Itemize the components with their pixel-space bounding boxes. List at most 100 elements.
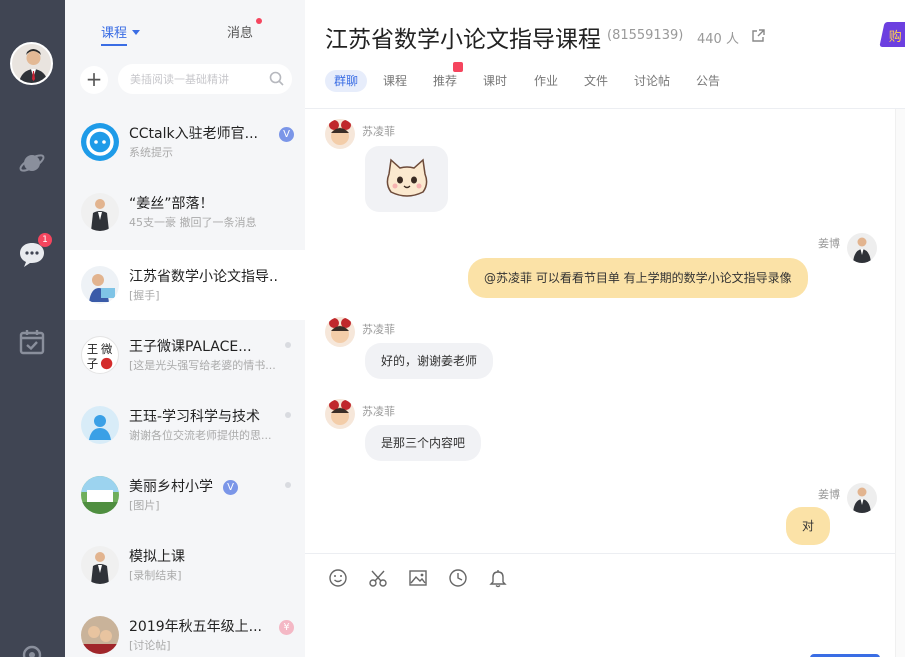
verified-icon: V xyxy=(279,127,294,142)
scrollbar[interactable] xyxy=(895,109,905,657)
group-avatar xyxy=(81,476,119,514)
conversation-preview: [讨论帖] xyxy=(129,639,171,652)
conversation-preview: [录制结束] xyxy=(129,569,182,582)
cat-sticker-icon xyxy=(386,158,427,197)
conversation-item-active[interactable]: 江苏省数学小论文指导... [握手] xyxy=(65,250,305,320)
add-button[interactable]: + xyxy=(80,66,108,94)
conversation-item[interactable]: CCtalk入驻老师官... 系统提示 V xyxy=(65,107,305,177)
tab-courses-label: 课程 xyxy=(101,26,128,41)
message-bubble-incoming[interactable]: 是那三个内容吧 xyxy=(365,425,482,461)
paid-icon: ¥ xyxy=(279,620,294,635)
tab-underline xyxy=(101,44,127,46)
conversation-name: “姜丝”部落！ xyxy=(129,196,214,212)
tab-recommend-label: 推荐 xyxy=(433,74,458,88)
sender-name: 苏凌菲 xyxy=(362,405,395,418)
conversation-preview: 45支一豪 撤回了一条消息 xyxy=(129,216,257,229)
chevron-down-icon xyxy=(132,30,141,35)
group-avatar xyxy=(81,266,119,304)
sender-avatar[interactable] xyxy=(847,483,877,513)
message-bubble-outgoing[interactable]: 对 xyxy=(786,507,831,545)
purchase-button[interactable]: 购 xyxy=(879,22,905,47)
sender-name: 苏凌菲 xyxy=(362,323,395,336)
conversation-item[interactable]: 美丽乡村小学 [图片] V xyxy=(65,460,305,530)
conversation-item[interactable]: 王微子 王子微课PALACE... [这是光头强写给老婆的情书... xyxy=(65,320,305,390)
tab-announcement[interactable]: 公告 xyxy=(696,70,720,92)
composer-divider xyxy=(305,553,895,554)
chat-unread-badge: 1 xyxy=(38,233,52,247)
tab-group-chat[interactable]: 群聊 xyxy=(325,70,368,92)
tab-discussion[interactable]: 讨论帖 xyxy=(634,70,670,92)
sender-avatar[interactable] xyxy=(325,399,355,429)
chat-panel: 江苏省数学小论文指导课程 (81559139) 440 人 购 群聊 课程 推荐… xyxy=(305,0,905,657)
app-window: 1 课程 消息 + 美插阅读一基础精讲 CCtalk入驻老师官... 系统提示 … xyxy=(0,0,905,657)
member-count[interactable]: 440 人 xyxy=(697,28,739,47)
tab-courses[interactable]: 课程 xyxy=(101,22,141,46)
tab-lessons[interactable]: 课时 xyxy=(483,70,507,92)
sender-avatar[interactable] xyxy=(325,317,355,347)
list-tabs: 课程 消息 xyxy=(65,0,305,55)
scissors-icon[interactable] xyxy=(368,568,388,588)
tab-homework[interactable]: 作业 xyxy=(534,70,558,92)
conversation-name: CCtalk入驻老师官... xyxy=(129,126,258,142)
settings-icon[interactable] xyxy=(17,640,47,657)
conversation-name: 王子微课PALACE... xyxy=(129,339,252,355)
bell-icon[interactable] xyxy=(488,568,508,588)
chat-icon[interactable]: 1 xyxy=(17,233,52,269)
conversation-name: 江苏省数学小论文指导... xyxy=(129,269,279,285)
conversation-item[interactable]: 王珏-学习科学与技术 谢谢各位交流老师提供的思... xyxy=(65,390,305,460)
group-title: 江苏省数学小论文指导课程 xyxy=(325,27,601,53)
conversation-name: 模拟上课 xyxy=(129,549,185,565)
group-avatar xyxy=(81,406,119,444)
conversation-preview: 谢谢各位交流老师提供的思... xyxy=(129,429,272,442)
message-bubble-outgoing[interactable]: @苏凌菲 可以看看节目单 有上学期的数学小论文指导录像 xyxy=(468,258,808,298)
group-avatar xyxy=(81,193,119,231)
conversation-name: 美丽乡村小学 xyxy=(129,479,213,495)
new-badge xyxy=(453,62,464,72)
tab-files[interactable]: 文件 xyxy=(584,70,608,92)
conversation-preview: [这是光头强写给老婆的情书... xyxy=(129,359,276,372)
tab-recommend[interactable]: 推荐 xyxy=(433,62,464,92)
search-box[interactable] xyxy=(118,64,292,94)
conversation-name: 2019年秋五年级上... xyxy=(129,619,262,635)
tab-messages-label: 消息 xyxy=(227,26,254,41)
message-feed: 苏凌菲 姜博 @苏凌菲 可以看看节目单 有上学期的数学小论文指导录像 苏凌菲 好… xyxy=(305,109,895,553)
search-icon[interactable] xyxy=(269,71,284,90)
mute-dot xyxy=(285,412,291,418)
sender-avatar[interactable] xyxy=(325,119,355,149)
unread-dot xyxy=(256,18,263,24)
conversation-name: 王珏-学习科学与技术 xyxy=(129,409,261,425)
message-bubble-incoming[interactable]: 好的，谢谢姜老师 xyxy=(365,343,494,379)
sender-avatar[interactable] xyxy=(847,233,877,263)
external-link-icon[interactable] xyxy=(751,28,765,47)
svg-text:王: 王 xyxy=(87,342,98,356)
mute-dot xyxy=(285,342,291,348)
sticker-message[interactable] xyxy=(365,146,448,212)
left-rail: 1 xyxy=(0,0,65,657)
calendar-icon[interactable] xyxy=(17,327,47,357)
clock-icon[interactable] xyxy=(448,568,468,588)
conversation-preview: 系统提示 xyxy=(129,146,173,159)
tab-courses[interactable]: 课程 xyxy=(383,70,407,92)
conversation-item[interactable]: 模拟上课 [录制结束] xyxy=(65,530,305,600)
verified-icon: V xyxy=(223,480,238,495)
emoji-icon[interactable] xyxy=(328,568,348,588)
group-avatar xyxy=(81,546,119,584)
conversation-item[interactable]: 2019年秋五年级上... [讨论帖] ¥ xyxy=(65,600,305,657)
group-avatar: 王微子 xyxy=(81,336,119,374)
tab-messages[interactable]: 消息 xyxy=(227,18,263,41)
user-avatar[interactable] xyxy=(10,42,53,85)
svg-text:子: 子 xyxy=(87,356,98,370)
cctalk-logo-icon xyxy=(81,123,119,161)
conversation-list-panel: 课程 消息 + CCtalk入驻老师官... 系统提示 V xyxy=(65,0,305,657)
mute-dot xyxy=(285,482,291,488)
sender-name: 苏凌菲 xyxy=(362,125,395,138)
group-id: (81559139) xyxy=(607,28,684,43)
conversation-preview: [握手] xyxy=(129,289,160,302)
search-input[interactable] xyxy=(118,64,258,94)
purchase-label: 购 xyxy=(888,30,902,45)
conversation-item[interactable]: “姜丝”部落！ 45支一豪 撤回了一条消息 xyxy=(65,177,305,247)
image-icon[interactable] xyxy=(408,568,428,588)
planet-icon[interactable] xyxy=(17,148,47,178)
svg-text:微: 微 xyxy=(101,342,112,356)
group-avatar xyxy=(81,616,119,654)
